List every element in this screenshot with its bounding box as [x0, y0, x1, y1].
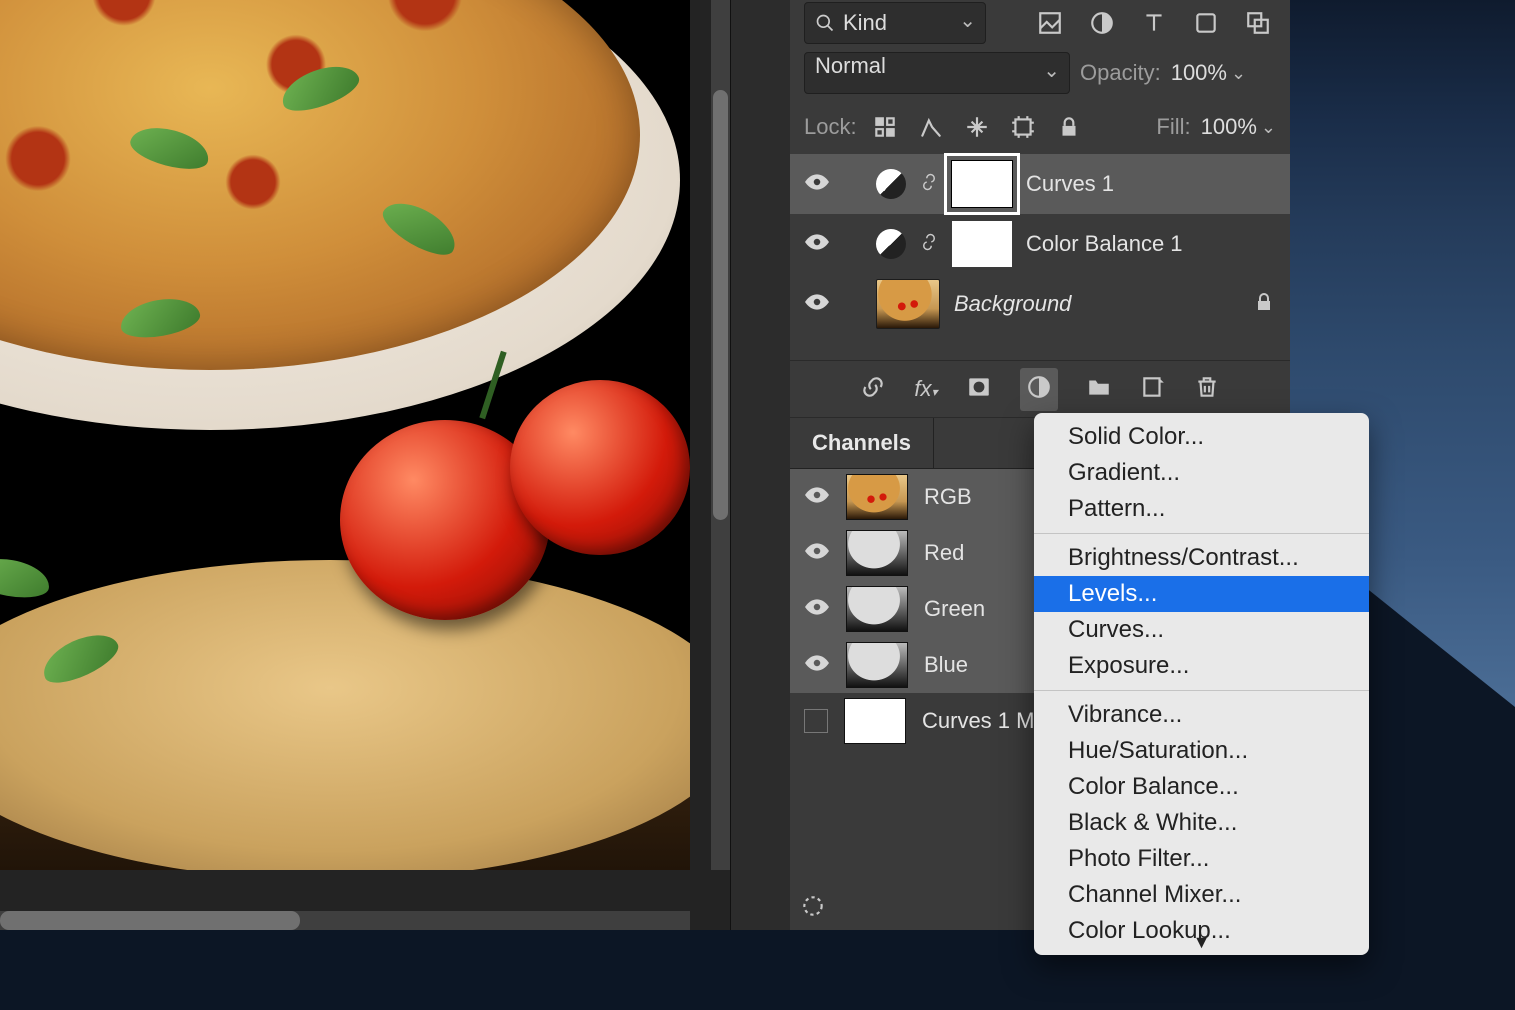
canvas-vertical-scrollbar[interactable]: [711, 0, 730, 870]
document-image[interactable]: [0, 0, 690, 870]
channel-thumbnail: [844, 698, 906, 744]
visibility-toggle[interactable]: [804, 289, 830, 320]
filter-shape-layers-icon[interactable]: [1188, 5, 1224, 41]
layer-row-curves-1[interactable]: Curves 1: [790, 154, 1290, 214]
filter-pixel-layers-icon[interactable]: [1032, 5, 1068, 41]
layer-mask-link-icon[interactable]: [920, 169, 938, 200]
menu-separator: [1034, 690, 1369, 691]
lock-transparency-button[interactable]: [867, 109, 903, 145]
blend-mode-dropdown[interactable]: Normal: [804, 52, 1070, 94]
menu-item-curves[interactable]: Curves...: [1034, 612, 1369, 648]
new-group-button[interactable]: [1086, 374, 1112, 405]
add-mask-button[interactable]: [966, 374, 992, 405]
image-content: [0, 0, 690, 870]
layer-name[interactable]: Color Balance 1: [1026, 231, 1183, 257]
channel-thumbnail: [846, 530, 908, 576]
layer-mask-link-icon[interactable]: [920, 229, 938, 260]
fill-label: Fill:: [1156, 114, 1190, 140]
layer-row-background[interactable]: Background: [790, 274, 1290, 334]
blend-mode-value: Normal: [815, 53, 886, 78]
menu-item-gradient[interactable]: Gradient...: [1034, 455, 1369, 491]
canvas-horizontal-scrollbar[interactable]: [0, 911, 690, 930]
fill-field[interactable]: 100% ⌄: [1201, 114, 1276, 140]
menu-item-channel-mixer[interactable]: Channel Mixer...: [1034, 877, 1369, 913]
vertical-scroll-thumb[interactable]: [713, 90, 728, 520]
layer-filter-kind-dropdown[interactable]: Kind: [804, 2, 986, 44]
new-adjustment-layer-menu: Solid Color... Gradient... Pattern... Br…: [1034, 413, 1369, 955]
menu-item-black-white[interactable]: Black & White...: [1034, 805, 1369, 841]
layer-styles-button[interactable]: fx▾: [914, 376, 937, 402]
chevron-down-icon: ⌄: [1231, 63, 1246, 84]
horizontal-scroll-thumb[interactable]: [0, 911, 300, 930]
layer-name[interactable]: Curves 1: [1026, 171, 1114, 197]
channels-panel-footer: [800, 893, 826, 924]
menu-item-hue-saturation[interactable]: Hue/Saturation...: [1034, 733, 1369, 769]
chevron-down-icon: ⌄: [1261, 117, 1276, 138]
visibility-toggle[interactable]: [804, 538, 830, 569]
channel-name: RGB: [924, 484, 972, 510]
menu-item-color-balance[interactable]: Color Balance...: [1034, 769, 1369, 805]
lock-label: Lock:: [804, 114, 857, 140]
channel-thumbnail: [846, 586, 908, 632]
channel-name: Blue: [924, 652, 968, 678]
fill-value: 100%: [1201, 114, 1257, 140]
channel-thumbnail: [846, 642, 908, 688]
menu-item-levels[interactable]: Levels...: [1034, 576, 1369, 612]
visibility-toggle[interactable]: [804, 482, 830, 513]
new-adjustment-layer-button[interactable]: [1020, 368, 1058, 411]
panel-gutter: [730, 0, 792, 930]
channel-thumbnail: [846, 474, 908, 520]
visibility-toggle[interactable]: [804, 709, 828, 733]
lock-position-button[interactable]: [959, 109, 995, 145]
menu-scroll-down-icon[interactable]: ▼: [1034, 932, 1369, 953]
link-layers-button[interactable]: [860, 374, 886, 405]
filter-adjustment-layers-icon[interactable]: [1084, 5, 1120, 41]
menu-item-pattern[interactable]: Pattern...: [1034, 491, 1369, 527]
menu-item-photo-filter[interactable]: Photo Filter...: [1034, 841, 1369, 877]
visibility-toggle[interactable]: [804, 169, 830, 200]
layer-name[interactable]: Background: [954, 291, 1071, 317]
layer-filter-label: Kind: [843, 10, 887, 36]
menu-separator: [1034, 533, 1369, 534]
load-channel-selection-button[interactable]: [800, 893, 826, 924]
menu-item-brightness-contrast[interactable]: Brightness/Contrast...: [1034, 540, 1369, 576]
lock-artboard-button[interactable]: [1005, 109, 1041, 145]
adjustment-layer-icon: [876, 229, 906, 259]
lock-icon[interactable]: [1252, 290, 1276, 319]
visibility-toggle[interactable]: [804, 229, 830, 260]
delete-layer-button[interactable]: [1194, 374, 1220, 405]
channel-name: Green: [924, 596, 985, 622]
menu-item-vibrance[interactable]: Vibrance...: [1034, 697, 1369, 733]
opacity-field[interactable]: 100% ⌄: [1171, 60, 1246, 86]
layer-mask-thumbnail[interactable]: [952, 161, 1012, 207]
filter-type-layers-icon[interactable]: [1136, 5, 1172, 41]
opacity-label: Opacity:: [1080, 60, 1161, 86]
visibility-toggle[interactable]: [804, 594, 830, 625]
layers-panel-footer: fx▾: [790, 360, 1290, 418]
opacity-value: 100%: [1171, 60, 1227, 86]
layer-row-color-balance-1[interactable]: Color Balance 1: [790, 214, 1290, 274]
lock-all-button[interactable]: [1051, 109, 1087, 145]
layer-thumbnail[interactable]: [876, 279, 940, 329]
document-canvas-area: [0, 0, 730, 930]
menu-item-exposure[interactable]: Exposure...: [1034, 648, 1369, 684]
menu-item-solid-color[interactable]: Solid Color...: [1034, 419, 1369, 455]
filter-smartobject-layers-icon[interactable]: [1240, 5, 1276, 41]
lock-image-button[interactable]: [913, 109, 949, 145]
new-layer-button[interactable]: [1140, 374, 1166, 405]
channel-name: Red: [924, 540, 964, 566]
adjustment-layer-icon: [876, 169, 906, 199]
layer-mask-thumbnail[interactable]: [952, 221, 1012, 267]
search-icon: [815, 13, 835, 33]
tab-channels[interactable]: Channels: [790, 418, 934, 468]
visibility-toggle[interactable]: [804, 650, 830, 681]
